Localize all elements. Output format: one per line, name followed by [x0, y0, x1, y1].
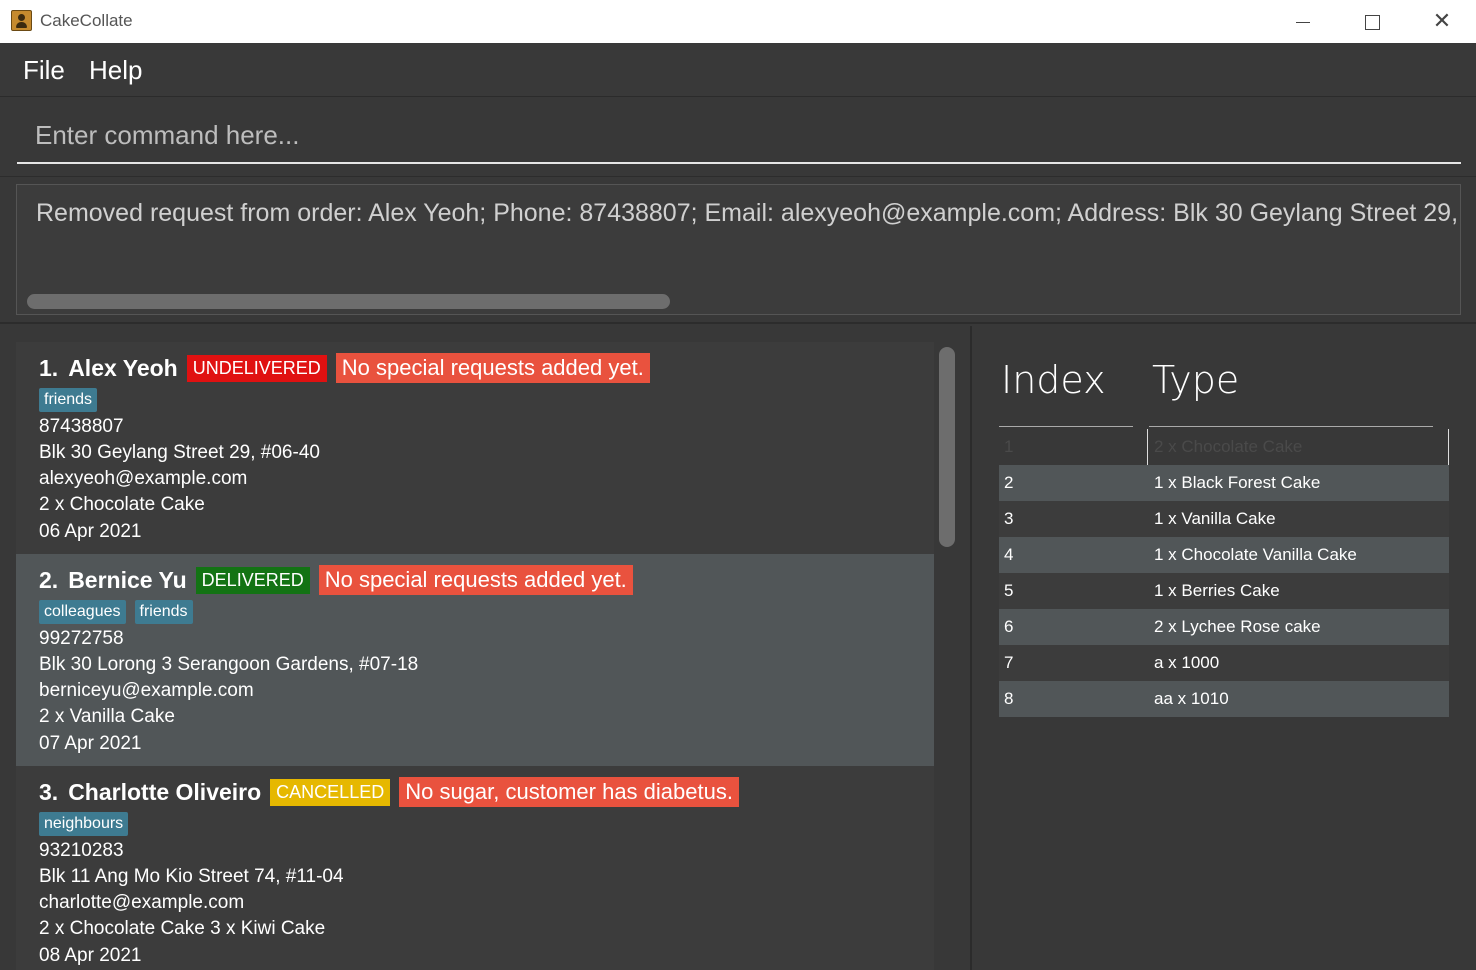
order-list-scrollbar-thumb[interactable]	[939, 347, 955, 547]
header-divider	[999, 426, 1133, 427]
order-date: 08 Apr 2021	[39, 945, 142, 966]
request-badge: No special requests added yet.	[318, 565, 633, 595]
table-row[interactable]: 6 2 x Lychee Rose cake	[999, 609, 1449, 645]
table-row[interactable]: 1 2 x Chocolate Cake	[999, 429, 1449, 465]
order-phone: 93210283	[39, 840, 124, 861]
row-type: a x 1000	[1154, 653, 1220, 672]
result-display[interactable]: Removed request from order: Alex Yeoh; P…	[16, 184, 1461, 315]
tag: friends	[39, 388, 98, 412]
order-list-panel: 1. Alex Yeoh UNDELIVERED No special requ…	[0, 326, 972, 970]
order-items: 2 x Chocolate Cake	[39, 494, 205, 515]
order-email: alexyeoh@example.com	[39, 468, 248, 489]
order-phone: 99272758	[39, 628, 124, 649]
order-address: Blk 30 Geylang Street 29, #06-40	[39, 442, 320, 463]
header-divider	[1149, 426, 1433, 427]
row-type: aa x 1010	[1154, 689, 1229, 708]
order-address: Blk 30 Lorong 3 Serangoon Gardens, #07-1…	[39, 654, 419, 675]
command-area	[0, 98, 1476, 176]
order-card-header: 2. Bernice Yu DELIVERED No special reque…	[39, 564, 633, 596]
close-button[interactable]: ✕	[1407, 0, 1476, 43]
row-index: 8	[1004, 689, 1014, 708]
table-row[interactable]: 7 a x 1000	[999, 645, 1449, 681]
order-name: Alex Yeoh	[68, 354, 178, 381]
status-badge: CANCELLED	[270, 778, 391, 806]
row-type: 1 x Vanilla Cake	[1154, 509, 1276, 528]
table-row[interactable]: 4 1 x Chocolate Vanilla Cake	[999, 537, 1449, 573]
row-index: 2	[1004, 473, 1014, 492]
menu-bar: File Help	[0, 43, 1476, 97]
window-title: CakeCollate	[40, 11, 133, 30]
row-type: 1 x Berries Cake	[1154, 581, 1280, 600]
menu-file[interactable]: File	[23, 55, 65, 86]
tag: friends	[134, 600, 193, 624]
order-index: 2.	[39, 566, 59, 593]
minimize-button[interactable]	[1268, 0, 1338, 43]
request-badge: No special requests added yet.	[335, 353, 650, 383]
minimize-icon	[1296, 21, 1310, 23]
order-card[interactable]: 3. Charlotte Oliveiro CANCELLED No sugar…	[16, 766, 934, 970]
focused-cell-border	[1147, 429, 1449, 465]
order-list: 1. Alex Yeoh UNDELIVERED No special requ…	[16, 342, 934, 970]
order-items: 2 x Vanilla Cake	[39, 706, 175, 727]
tag-list: neighbours	[39, 812, 137, 836]
row-index: 6	[1004, 617, 1014, 636]
row-type: 2 x Lychee Rose cake	[1154, 617, 1321, 636]
row-index: 3	[1004, 509, 1014, 528]
order-index: 1.	[39, 354, 59, 381]
order-name: Bernice Yu	[68, 566, 187, 593]
close-icon: ✕	[1432, 9, 1452, 34]
table-row[interactable]: 3 1 x Vanilla Cake	[999, 501, 1449, 537]
menu-help[interactable]: Help	[89, 55, 142, 86]
maximize-button[interactable]	[1337, 0, 1407, 43]
tag: colleagues	[39, 600, 126, 624]
row-type: 1 x Black Forest Cake	[1154, 473, 1321, 492]
maximize-icon	[1364, 14, 1380, 30]
order-card[interactable]: 1. Alex Yeoh UNDELIVERED No special requ…	[16, 342, 934, 554]
order-items: 2 x Chocolate Cake 3 x Kiwi Cake	[39, 918, 326, 939]
app-icon	[11, 10, 32, 31]
command-input[interactable]	[17, 108, 1461, 164]
order-phone: 87438807	[39, 416, 124, 437]
table-row[interactable]: 5 1 x Berries Cake	[999, 573, 1449, 609]
row-index: 5	[1004, 581, 1014, 600]
order-card-header: 3. Charlotte Oliveiro CANCELLED No sugar…	[39, 776, 739, 808]
row-index: 7	[1004, 653, 1014, 672]
row-index: 4	[1004, 545, 1014, 564]
order-address: Blk 11 Ang Mo Kio Street 74, #11-04	[39, 866, 344, 887]
table-row[interactable]: 8 aa x 1010	[999, 681, 1449, 717]
column-header-index[interactable]: Index	[1001, 358, 1106, 402]
result-horizontal-scrollbar[interactable]	[27, 294, 670, 309]
table-row[interactable]: 2 1 x Black Forest Cake	[999, 465, 1449, 501]
tag: neighbours	[39, 812, 129, 836]
order-date: 07 Apr 2021	[39, 733, 142, 754]
order-email: charlotte@example.com	[39, 892, 245, 913]
column-header-type[interactable]: Type	[1152, 358, 1239, 402]
request-badge: No sugar, customer has diabetus.	[399, 777, 739, 807]
tag-list: colleagues friends	[39, 600, 202, 624]
order-name: Charlotte Oliveiro	[68, 778, 262, 805]
order-card[interactable]: 2. Bernice Yu DELIVERED No special reque…	[16, 554, 934, 766]
result-display-area: Removed request from order: Alex Yeoh; P…	[0, 176, 1476, 324]
row-type: 1 x Chocolate Vanilla Cake	[1154, 545, 1357, 564]
order-date: 06 Apr 2021	[39, 521, 142, 542]
order-items-panel: Index Type 1 2 x Chocolate Cake 2 1 x Bl…	[974, 326, 1476, 970]
status-badge: DELIVERED	[195, 566, 310, 594]
row-index: 1	[1004, 437, 1014, 456]
order-index: 3.	[39, 778, 59, 805]
status-badge: UNDELIVERED	[186, 354, 327, 382]
order-card-header: 1. Alex Yeoh UNDELIVERED No special requ…	[39, 352, 650, 384]
title-bar: CakeCollate ✕	[0, 0, 1476, 43]
result-text: Removed request from order: Alex Yeoh; P…	[36, 199, 1461, 227]
tag-list: friends	[39, 388, 106, 412]
order-email: berniceyu@example.com	[39, 680, 254, 701]
